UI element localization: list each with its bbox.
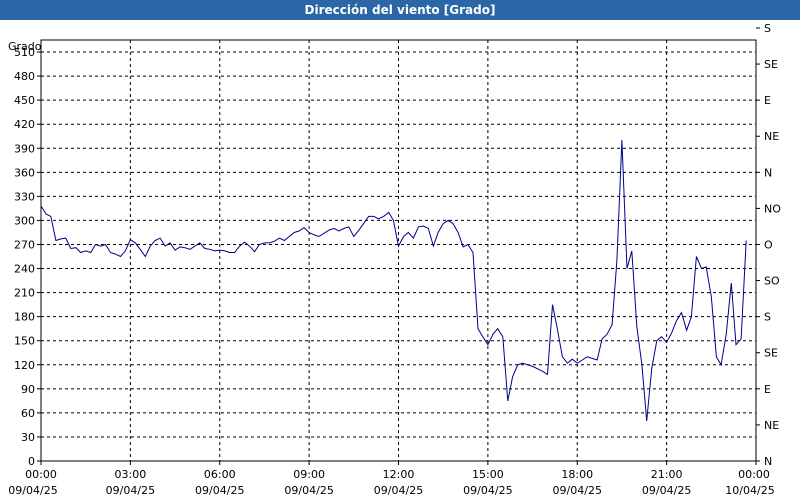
y-tick-label: 150 bbox=[14, 335, 35, 348]
right-tick-label: N bbox=[764, 455, 772, 468]
x-tick-time: 09:00 bbox=[293, 468, 325, 481]
y-tick-label: 330 bbox=[14, 190, 35, 203]
y-tick-label: 90 bbox=[21, 383, 35, 396]
y-tick-label: 510 bbox=[14, 46, 35, 59]
x-tick-date: 09/04/25 bbox=[374, 484, 423, 497]
right-tick-label: E bbox=[764, 383, 771, 396]
x-tick-date: 09/04/25 bbox=[284, 484, 333, 497]
x-tick-date: 09/04/25 bbox=[553, 484, 602, 497]
y-tick-label: 450 bbox=[14, 94, 35, 107]
right-tick-label: E bbox=[764, 94, 771, 107]
series-group bbox=[40, 140, 747, 421]
right-tick-label: NO bbox=[764, 202, 781, 215]
y-tick-label: 420 bbox=[14, 118, 35, 131]
x-tick-time: 12:00 bbox=[383, 468, 415, 481]
x-tick-time: 15:00 bbox=[472, 468, 504, 481]
x-tick-date: 09/04/25 bbox=[195, 484, 244, 497]
y-tick-label: 0 bbox=[28, 455, 35, 468]
y-axis-ticks: 0 30 60 90 120 150 180 210 240 270 300 330 360 390 420… bbox=[14, 46, 41, 468]
y-tick-label: 180 bbox=[14, 311, 35, 324]
y-tick-label: 300 bbox=[14, 214, 35, 227]
x-tick-time: 06:00 bbox=[204, 468, 236, 481]
y-tick-label: 270 bbox=[14, 238, 35, 251]
x-tick-date: 10/04/25 bbox=[725, 484, 774, 497]
y-tick-label: 120 bbox=[14, 359, 35, 372]
x-tick-time: 00:00 bbox=[738, 468, 770, 481]
series-line bbox=[40, 140, 747, 421]
right-tick-label: S bbox=[764, 311, 771, 324]
right-tick-label: SE bbox=[764, 58, 778, 71]
y-tick-label: 360 bbox=[14, 166, 35, 179]
x-tick-time: 00:00 bbox=[25, 468, 57, 481]
y-tick-label: 240 bbox=[14, 263, 35, 276]
x-tick-date: 09/04/25 bbox=[106, 484, 155, 497]
chart-title: Dirección del viento [Grado] bbox=[0, 0, 800, 20]
x-tick-date: 09/04/25 bbox=[8, 484, 57, 497]
x-tick-date: 09/04/25 bbox=[642, 484, 691, 497]
x-tick-date: 09/04/25 bbox=[463, 484, 512, 497]
right-tick-label: NE bbox=[764, 130, 779, 143]
y-tick-label: 30 bbox=[21, 431, 35, 444]
y-tick-label: 210 bbox=[14, 287, 35, 300]
right-tick-label: SO bbox=[764, 275, 780, 288]
x-tick-time: 18:00 bbox=[561, 468, 593, 481]
x-tick-time: 03:00 bbox=[115, 468, 147, 481]
right-tick-label: SE bbox=[764, 347, 778, 360]
right-tick-label: NE bbox=[764, 419, 779, 432]
x-axis-ticks: 00:00 09/04/25 03:00 09/04/25 06:00 09/04/25 0… bbox=[8, 461, 775, 497]
right-tick-label: O bbox=[764, 238, 773, 251]
right-axis-ticks: N NE E SE S SO O NO N NE E SE S bbox=[756, 22, 781, 468]
y-tick-label: 390 bbox=[14, 142, 35, 155]
right-tick-label: N bbox=[764, 166, 772, 179]
y-tick-label: 60 bbox=[21, 407, 35, 420]
right-tick-label: S bbox=[764, 22, 771, 35]
x-tick-time: 21:00 bbox=[651, 468, 683, 481]
wind-direction-chart: Grado 0306090120150180210240270300330360… bbox=[8, 22, 781, 497]
y-tick-label: 480 bbox=[14, 70, 35, 83]
